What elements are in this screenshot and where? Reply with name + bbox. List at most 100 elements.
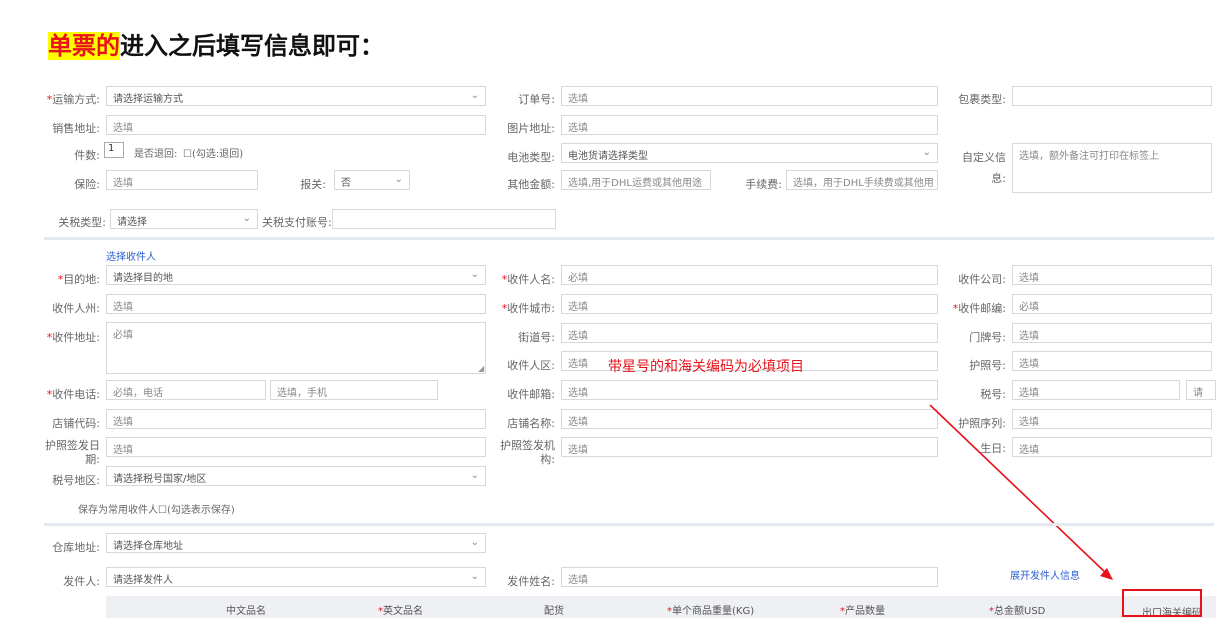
headline-text: 进入之后填写信息即可：: [120, 32, 384, 60]
count-label: 件数:: [74, 149, 100, 162]
passport-input[interactable]: 选填: [1012, 351, 1212, 371]
order-label: 订单号:: [518, 93, 555, 106]
th-weight: *单个商品重量(KG): [667, 602, 754, 617]
count-input[interactable]: 1: [104, 142, 124, 158]
choose-recipient-link[interactable]: 选择收件人: [106, 248, 156, 263]
warehouse-label: 仓库地址:: [52, 541, 100, 554]
chevron-down-icon: ⌄: [470, 269, 479, 280]
package-label: 包裹类型:: [958, 93, 1006, 106]
taxregion-select-value: 请选择税号国家/地区: [113, 474, 207, 485]
th-en-name-text: 英文品名: [383, 606, 423, 617]
warehouse-select[interactable]: 请选择仓库地址 ⌄: [106, 533, 486, 553]
fee-input[interactable]: 选填，用于DHL手续费或其他用: [786, 170, 938, 190]
shopname-input[interactable]: 选填: [561, 409, 938, 429]
taxno-extra-input[interactable]: 请: [1186, 380, 1216, 400]
resize-handle-icon[interactable]: ◢: [478, 364, 484, 373]
th-qty-text: 产品数量: [845, 606, 885, 617]
chevron-down-icon: ⌄: [470, 571, 479, 582]
tax-account-input[interactable]: [332, 209, 556, 229]
name-input[interactable]: 必填: [561, 265, 938, 285]
dest-select[interactable]: 请选择目的地 ⌄: [106, 265, 486, 285]
city-label-text: 收件城市:: [507, 302, 555, 315]
th-weight-text: 单个商品重量(KG): [672, 606, 755, 617]
chevron-down-icon: ⌄: [242, 213, 251, 224]
insurance-input[interactable]: 选填: [106, 170, 258, 190]
transport-label-text: 运输方式:: [52, 93, 100, 106]
declare-label: 报关:: [300, 178, 326, 191]
email-input[interactable]: 选填: [561, 380, 938, 400]
phone-input[interactable]: 必填，电话: [106, 380, 266, 400]
dest-label-text: 目的地:: [63, 273, 100, 286]
tax-type-label: 关税类型:: [58, 216, 106, 229]
headline-highlight: 单票的: [48, 32, 120, 60]
street-input[interactable]: 选填: [561, 323, 938, 343]
issue-date-label-2: 期:: [85, 453, 100, 466]
shopcode-input[interactable]: 选填: [106, 409, 486, 429]
chevron-down-icon: ⌄: [470, 470, 479, 481]
declare-select[interactable]: 否 ⌄: [334, 170, 410, 190]
chevron-down-icon: ⌄: [922, 147, 931, 158]
product-table-header: [106, 596, 1216, 618]
issue-org-label-2: 构:: [540, 453, 555, 466]
custom-textarea[interactable]: 选填，额外备注可打印在标签上: [1012, 143, 1212, 193]
chevron-down-icon: ⌄: [470, 537, 479, 548]
city-input[interactable]: 选填: [561, 294, 938, 314]
zip-input[interactable]: 必填: [1012, 294, 1212, 314]
issue-date-input[interactable]: 选填: [106, 437, 486, 457]
required-fields-annotation: 带星号的和海关编码为必填项目: [608, 359, 804, 375]
city-label: *收件城市:: [496, 300, 555, 316]
battery-select[interactable]: 电池货请选择类型 ⌄: [561, 143, 938, 163]
sender-name-label: 发件姓名:: [507, 575, 555, 588]
address-label: *收件地址:: [44, 329, 100, 345]
door-input[interactable]: 选填: [1012, 323, 1212, 343]
sales-label: 销售地址:: [52, 122, 100, 135]
chevron-down-icon: ⌄: [394, 174, 403, 185]
company-label: 收件公司:: [958, 273, 1006, 286]
warehouse-select-value: 请选择仓库地址: [113, 541, 183, 552]
package-input[interactable]: [1012, 86, 1212, 106]
district-label: 收件人区:: [507, 359, 555, 372]
state-label: 收件人州:: [52, 302, 100, 315]
chevron-down-icon: ⌄: [470, 90, 479, 101]
taxregion-select[interactable]: 请选择税号国家/地区 ⌄: [106, 466, 486, 486]
expand-sender-link[interactable]: 展开发件人信息: [1010, 567, 1080, 582]
state-input[interactable]: 选填: [106, 294, 486, 314]
dest-label: *目的地:: [44, 271, 100, 287]
name-label-text: 收件人名:: [507, 273, 555, 286]
return-checkbox[interactable]: ☐(勾选:退回): [183, 145, 243, 160]
order-input[interactable]: 选填: [561, 86, 938, 106]
transport-select[interactable]: 请选择运输方式 ⌄: [106, 86, 486, 106]
mobile-input[interactable]: 选填，手机: [270, 380, 438, 400]
zip-label: *收件邮编:: [948, 300, 1006, 316]
sender-select[interactable]: 请选择发件人 ⌄: [106, 567, 486, 587]
other-amount-label: 其他金额:: [507, 178, 555, 191]
shopcode-label: 店铺代码:: [52, 417, 100, 430]
door-label: 门牌号:: [969, 331, 1006, 344]
passport-label: 护照号:: [969, 359, 1006, 372]
image-input[interactable]: 选填: [561, 115, 938, 135]
zip-label-text: 收件邮编:: [958, 302, 1006, 315]
tax-type-select[interactable]: 请选择 ⌄: [110, 209, 258, 229]
dest-select-value: 请选择目的地: [113, 273, 173, 284]
company-input[interactable]: 选填: [1012, 265, 1212, 285]
image-label: 图片地址:: [507, 122, 555, 135]
sales-input[interactable]: 选填: [106, 115, 486, 135]
transport-label: *运输方式:: [44, 91, 100, 107]
taxno-input[interactable]: 选填: [1012, 380, 1180, 400]
save-common-recipient-checkbox[interactable]: 保存为常用收件人☐(勾选表示保存): [78, 501, 235, 516]
issue-org-input[interactable]: 选填: [561, 437, 938, 457]
other-amount-input[interactable]: 选填,用于DHL运费或其他用途: [561, 170, 711, 190]
th-match: 配货: [544, 606, 564, 617]
sender-label: 发件人:: [63, 575, 100, 588]
taxregion-label: 税号地区:: [52, 474, 100, 487]
phone-label-text: 收件电话:: [52, 388, 100, 401]
return-label: 是否退回:: [134, 149, 178, 160]
tax-type-select-value: 请选择: [117, 217, 147, 228]
custom-label-2: 息:: [991, 172, 1006, 185]
address-textarea[interactable]: 必填: [106, 322, 486, 374]
section-divider: [44, 523, 1214, 526]
th-total: *总金额USD: [989, 602, 1045, 617]
th-cn-name: 中文品名: [226, 606, 266, 617]
sender-name-input[interactable]: 选填: [561, 567, 938, 587]
th-en-name: *英文品名: [378, 602, 423, 617]
